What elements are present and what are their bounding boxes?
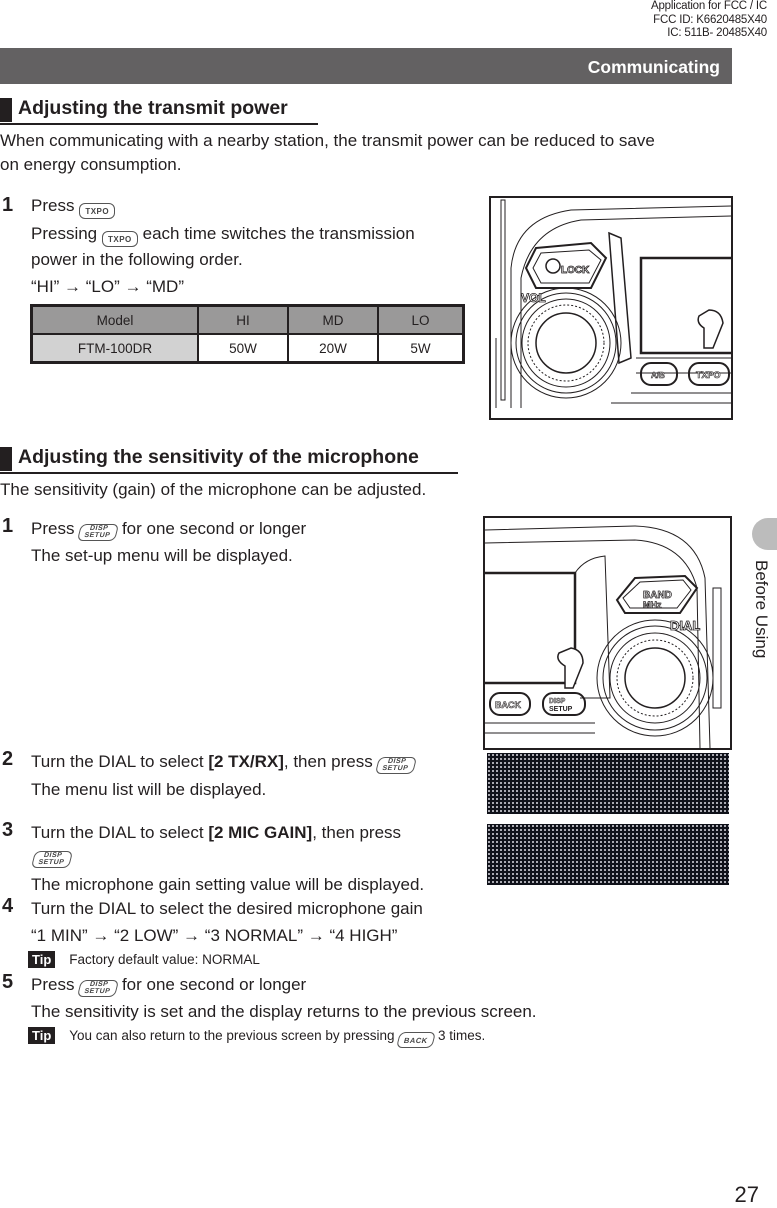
- step5-sub: The sensitivity is set and the display r…: [31, 1002, 537, 1021]
- step1-text: Press DISP SETUP for one second or longer: [31, 519, 307, 541]
- section1-intro-line1: When communicating with a nearby station…: [0, 131, 655, 150]
- step-number: 1: [2, 515, 14, 537]
- step3-key: DISP SETUP: [30, 848, 74, 868]
- fcc-notice-line1: Application for FCC / IC: [651, 0, 767, 12]
- txpo-key-icon: TXPO: [79, 203, 116, 219]
- title-marker: [0, 98, 12, 122]
- fcc-notice-line2: FCC ID: K6620485X40: [653, 13, 767, 26]
- tip-factory-default: Tip Factory default value: NORMAL: [28, 951, 260, 969]
- table-cell: 50W: [197, 333, 289, 364]
- step1-line2: Pressing TXPO each time switches the tra…: [31, 220, 415, 247]
- radio-drawing: LOCK VOL A/B TXPO: [495, 199, 731, 408]
- step3-sub: The microphone gain setting value will b…: [31, 875, 425, 894]
- tip-badge: Tip: [28, 1027, 56, 1044]
- step4-text: Turn the DIAL to select the desired micr…: [31, 899, 423, 918]
- table-cell: 20W: [287, 333, 379, 364]
- radio-illustration-setup: BAND MHz DIAL BACK DISP SETUP: [483, 516, 732, 750]
- title-underline: [0, 123, 318, 125]
- radio-illustration-txpo: LOCK VOL A/B TXPO: [489, 196, 733, 420]
- step1-line3: power in the following order.: [31, 250, 243, 269]
- mhz-label: MHz: [643, 600, 662, 610]
- step-number: 3: [2, 819, 14, 841]
- side-tab-marker: [752, 518, 777, 550]
- setup-label: SETUP: [549, 706, 573, 713]
- step1-sub: The set-up menu will be displayed.: [31, 546, 293, 565]
- txpo-label: TXPO: [696, 370, 721, 380]
- disp-setup-key-icon: DISP SETUP: [77, 980, 120, 997]
- power-icon: [545, 258, 561, 274]
- side-tab-label: Before Using: [752, 560, 771, 659]
- radio-drawing: BAND MHz DIAL BACK DISP SETUP: [485, 525, 722, 748]
- disp-setup-key-icon: DISP SETUP: [77, 524, 120, 541]
- table-header-cell: LO: [377, 304, 465, 335]
- power-order: “HI” → “LO” → “MD”: [31, 277, 184, 296]
- txpo-key-icon: TXPO: [101, 231, 138, 247]
- table-header-cell: HI: [197, 304, 289, 335]
- step2-text: Turn the DIAL to select [2 TX/RX], then …: [31, 748, 418, 775]
- table-cell: 5W: [377, 333, 465, 364]
- vol-label: VOL: [521, 291, 546, 305]
- disp-setup-key-icon: DISP SETUP: [30, 851, 74, 868]
- tip-back-key: Tip You can also return to the previous s…: [28, 1027, 485, 1048]
- section1-title-text: Adjusting the transmit power: [18, 97, 288, 119]
- title-marker: [0, 447, 12, 471]
- table-header-cell: Model: [30, 304, 199, 335]
- disp-setup-key-icon: DISP SETUP: [375, 757, 418, 774]
- disp-label: DISP: [549, 698, 566, 705]
- gain-order: “1 MIN” → “2 LOW” → “3 NORMAL” → “4 HIGH…: [31, 926, 398, 945]
- dial-label: DIAL: [670, 618, 700, 633]
- lcd-screen-menu-list: [487, 753, 729, 814]
- table-row: FTM-100DR 50W 20W 5W: [30, 333, 465, 364]
- table-header-cell: MD: [287, 304, 379, 335]
- step-number: 2: [2, 748, 14, 770]
- back-key-icon: BACK: [396, 1032, 437, 1048]
- step-number: 1: [2, 194, 14, 216]
- back-label: BACK: [495, 700, 521, 710]
- section2-title-text: Adjusting the sensitivity of the microph…: [18, 446, 419, 468]
- fcc-notice: Application for FCC / IC FCC ID: K662048…: [651, 0, 767, 41]
- table-header-row: Model HI MD LO: [30, 304, 465, 335]
- tip-badge: Tip: [28, 951, 56, 968]
- step-number: 5: [2, 971, 14, 993]
- step3-text: Turn the DIAL to select [2 MIC GAIN], th…: [31, 823, 402, 842]
- section1-intro-line2: on energy consumption.: [0, 155, 182, 174]
- fcc-notice-line3: IC: 511B- 20485X40: [667, 27, 767, 39]
- lock-label: LOCK: [561, 265, 590, 276]
- section2-intro: The sensitivity (gain) of the microphone…: [0, 480, 427, 499]
- power-table: Model HI MD LO FTM-100DR 50W 20W 5W: [30, 304, 465, 364]
- step5-text: Press DISP SETUP for one second or longer: [31, 975, 307, 997]
- title-underline: [0, 472, 458, 474]
- page-number: 27: [734, 1182, 759, 1207]
- step1-line1: Press TXPO: [31, 192, 116, 219]
- table-cell: FTM-100DR: [30, 333, 199, 364]
- section1-title: Adjusting the transmit power: [0, 97, 318, 125]
- section-header-title: Communicating: [587, 57, 720, 77]
- ab-label: A/B: [651, 371, 665, 380]
- section-header-bar: Communicating: [0, 48, 732, 84]
- lcd-screen-mic-gain: [487, 824, 729, 885]
- section2-title: Adjusting the sensitivity of the microph…: [0, 446, 458, 474]
- step2-sub: The menu list will be displayed.: [31, 780, 267, 799]
- step-number: 4: [2, 895, 14, 917]
